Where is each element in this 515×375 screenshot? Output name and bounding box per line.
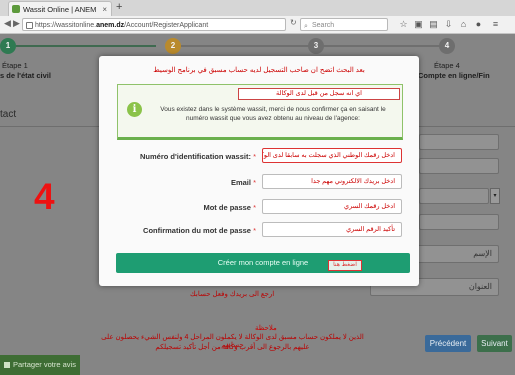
step-4-label: Étape 4 <box>434 61 460 70</box>
search-placeholder: Search <box>312 22 335 29</box>
info-annotation: اي انه سجل من قبل لدى الوكالة <box>238 88 400 100</box>
password-input[interactable]: ادخل رقمك السري <box>262 199 402 214</box>
home-icon[interactable]: ⌂ <box>458 19 469 30</box>
wassit-id-label: Numéro d'identification wassit: * <box>114 152 256 161</box>
step-2-circle: 2 <box>165 38 181 54</box>
browser-nav-bar: ◀ ▶ https://wassitonline.anem.dz/Account… <box>0 16 515 34</box>
step-1-label: Étape 1 <box>2 61 28 70</box>
step-1-sub: s de l'état civil <box>0 71 51 80</box>
wassit-account-modal: بعد البحث اتضح ان صاحب التسجيل لديه حساب… <box>99 56 419 286</box>
note-title: ملاحظة <box>255 325 277 332</box>
divider <box>419 126 515 127</box>
email-label-text: Email <box>230 178 251 187</box>
step-3-circle: 3 <box>308 38 324 54</box>
info-message: Vous existez dans le système wassit, mer… <box>160 106 386 122</box>
required-mark: * <box>253 152 256 161</box>
email-input[interactable]: ادخل بريدك الالكتروني مهم جدا <box>262 174 402 189</box>
address-bar[interactable]: https://wassitonline.anem.dz/Account/Reg… <box>22 18 286 31</box>
password-label: Mot de passe * <box>114 203 256 212</box>
background-field[interactable] <box>419 134 499 150</box>
url-prefix: https://wassitonline. <box>35 22 97 29</box>
next-button[interactable]: Suivant <box>477 335 512 352</box>
reload-icon[interactable]: ↻ <box>290 18 297 27</box>
required-mark: * <box>253 203 256 212</box>
step-1-circle: 1 <box>0 38 16 54</box>
menu-icon[interactable]: ≡ <box>490 19 501 30</box>
background-field[interactable] <box>419 158 499 174</box>
step-4-circle: 4 <box>439 38 455 54</box>
create-account-button[interactable]: Créer mon compte en ligne <box>116 253 410 273</box>
lock-icon <box>26 22 33 29</box>
browser-tab[interactable]: Wassit Online | ANEM × <box>8 1 112 16</box>
confirm-password-input[interactable]: تأكيد الرقم السري <box>262 222 402 237</box>
share-feedback-label: Partager votre avis <box>13 360 76 369</box>
search-input[interactable]: ⌕ Search <box>300 18 388 31</box>
chat-icon[interactable]: ● <box>473 19 484 30</box>
tab-title: Wassit Online | ANEM <box>23 5 97 14</box>
info-alert: اي انه سجل من قبل لدى الوكالة i Vous exi… <box>117 84 403 140</box>
reading-list-icon[interactable]: ▣ <box>413 19 424 30</box>
back-arrow-icon[interactable]: ◀ <box>4 18 11 29</box>
name-field-label: الإسم <box>473 249 492 258</box>
background-field[interactable] <box>419 188 489 204</box>
search-icon: ⌕ <box>304 23 308 30</box>
new-tab-button[interactable]: + <box>116 0 122 15</box>
previous-button[interactable]: Précédent <box>425 335 471 352</box>
info-icon: i <box>127 102 142 117</box>
url-path: /Account/RegisterApplicant <box>124 22 209 29</box>
wassit-id-label-text: Numéro d'identification wassit: <box>140 152 251 161</box>
annotation-step-number: 4 <box>34 176 55 217</box>
background-field[interactable] <box>419 214 499 230</box>
star-icon[interactable]: ☆ <box>398 19 409 30</box>
divider <box>0 126 99 127</box>
feedback-icon <box>4 362 10 369</box>
progress-line-done <box>16 45 156 47</box>
background-select-arrow[interactable]: ▾ <box>490 188 500 204</box>
required-mark: * <box>253 226 256 235</box>
anem-favicon-icon <box>12 5 20 13</box>
required-mark: * <box>253 178 256 187</box>
share-feedback-button[interactable]: Partager votre avis <box>0 355 80 375</box>
activate-account-note: ارجع الى بريدك وفعل حسابك <box>190 291 275 298</box>
browser-tab-bar: Wassit Online | ANEM × + <box>0 0 515 16</box>
confirm-password-label: Confirmation du mot de passe * <box>114 226 256 235</box>
click-here-annotation: اضغط هنا <box>328 260 362 271</box>
confirm-password-label-text: Confirmation du mot de passe <box>143 226 251 235</box>
section-title: tact <box>0 109 17 120</box>
email-label: Email * <box>114 178 256 187</box>
wassit-id-input[interactable]: ادخل رقمك الوطني الذي سجلت به سابقا لدى … <box>262 148 402 163</box>
modal-annotation-title: بعد البحث اتضح ان صاحب التسجيل لديه حساب… <box>153 67 365 74</box>
lock-icon[interactable]: ▤ <box>428 19 439 30</box>
url-domain: anem.dz <box>96 22 125 29</box>
download-icon[interactable]: ⇩ <box>443 19 454 30</box>
note-line-2: عليهم بالرجوع الى أقرب وكالة من أجل تأكي… <box>155 344 310 351</box>
close-tab-icon[interactable]: × <box>102 2 107 17</box>
forward-arrow-icon[interactable]: ▶ <box>13 18 20 29</box>
address-field-label: العنوان <box>468 282 492 291</box>
step-4-sub: Compte en ligne/Fin <box>418 71 490 80</box>
password-label-text: Mot de passe <box>203 203 251 212</box>
